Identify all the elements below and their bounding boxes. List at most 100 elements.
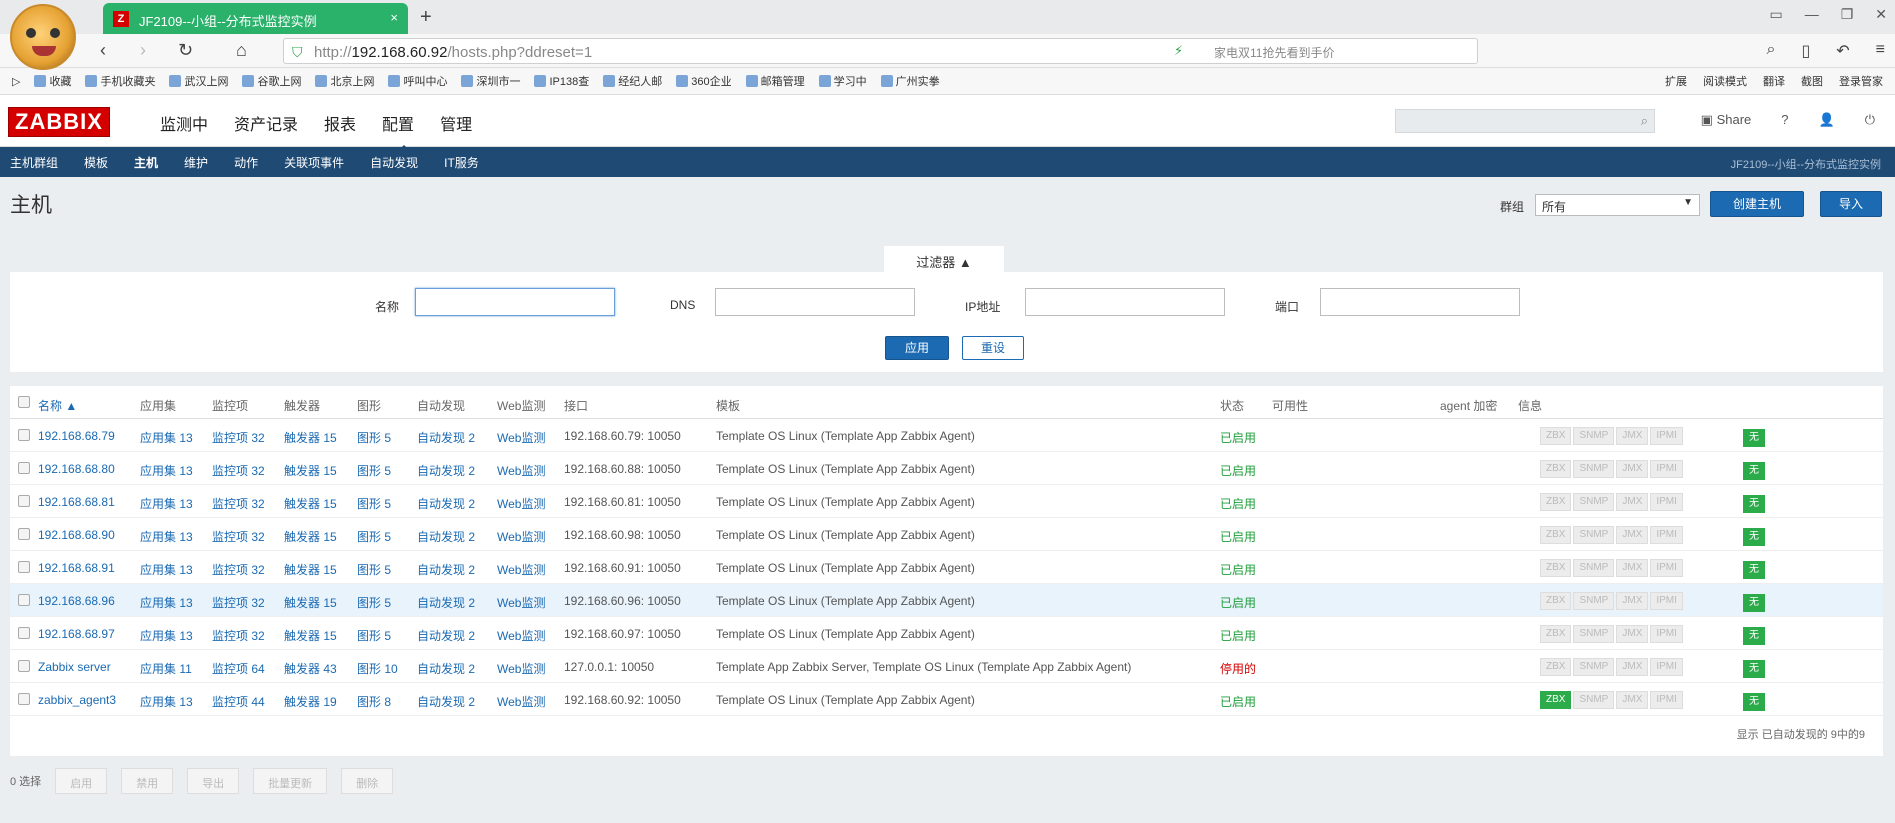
row-checkbox[interactable] (18, 528, 30, 540)
graphs-link[interactable]: 图形 5 (357, 594, 391, 611)
bulk-action-button[interactable]: 启用 (55, 768, 108, 794)
bookmark-item[interactable]: 经纪人邮 (603, 73, 662, 89)
url-input[interactable]: ⛉ http://192.168.60.92/hosts.php?ddreset… (283, 38, 1478, 64)
port-filter-input[interactable] (1320, 288, 1520, 316)
discovery-link[interactable]: 自动发现 2 (417, 495, 475, 512)
triggers-link[interactable]: 触发器 15 (284, 528, 337, 545)
applications-link[interactable]: 应用集 13 (140, 429, 193, 446)
triggers-link[interactable]: 触发器 43 (284, 660, 337, 677)
graphs-link[interactable]: 图形 5 (357, 495, 391, 512)
sub-menu-item[interactable]: 关联项事件 (284, 154, 344, 171)
applications-link[interactable]: 应用集 13 (140, 561, 193, 578)
sub-menu-item[interactable]: 动作 (234, 154, 258, 171)
triggers-link[interactable]: 触发器 15 (284, 594, 337, 611)
accelerate-icon[interactable]: ⚡ (1174, 43, 1183, 59)
bookmark-item[interactable]: 360企业 (676, 73, 732, 89)
sub-menu-item[interactable]: 维护 (184, 154, 208, 171)
row-checkbox[interactable] (18, 495, 30, 507)
search-icon[interactable]: ⌕ (1766, 41, 1775, 61)
main-menu-item[interactable]: 报表 (324, 111, 356, 135)
applications-link[interactable]: 应用集 13 (140, 594, 193, 611)
items-link[interactable]: 监控项 32 (212, 528, 265, 545)
main-menu-item[interactable]: 配置 (382, 111, 414, 153)
url-suggestion[interactable]: 家电双11抢先看到手价 (1214, 44, 1334, 61)
status-link[interactable]: 已启用 (1220, 561, 1256, 578)
host-name-link[interactable]: 192.168.68.97 (38, 627, 115, 641)
row-checkbox[interactable] (18, 429, 30, 441)
web-link[interactable]: Web监测 (497, 693, 545, 710)
sub-menu-item[interactable]: 自动发现 (370, 154, 418, 171)
applications-link[interactable]: 应用集 13 (140, 693, 193, 710)
host-name-link[interactable]: zabbix_agent3 (38, 693, 116, 707)
main-menu-item[interactable]: 监测中 (160, 111, 208, 135)
bookmark-item[interactable]: 武汉上网 (169, 73, 228, 89)
status-link[interactable]: 已启用 (1220, 693, 1256, 710)
bulk-action-button[interactable]: 删除 (341, 768, 394, 794)
applications-link[interactable]: 应用集 13 (140, 627, 193, 644)
host-name-link[interactable]: 192.168.68.91 (38, 561, 115, 575)
applications-link[interactable]: 应用集 11 (140, 660, 192, 677)
status-link[interactable]: 已启用 (1220, 429, 1256, 446)
user-avatar[interactable] (10, 4, 76, 70)
reset-button[interactable]: 重设 (962, 336, 1024, 360)
search-icon[interactable]: ⌕ (1641, 113, 1648, 129)
triggers-link[interactable]: 触发器 15 (284, 462, 337, 479)
bookmark-item[interactable]: 谷歌上网 (242, 73, 301, 89)
items-link[interactable]: 监控项 32 (212, 627, 265, 644)
web-link[interactable]: Web监测 (497, 660, 545, 677)
logout-icon[interactable]: ⏻ (1865, 112, 1875, 128)
items-link[interactable]: 监控项 32 (212, 594, 265, 611)
toolbar-item[interactable]: 阅读模式 (1703, 73, 1747, 89)
sub-menu-item[interactable]: 主机 (134, 154, 158, 171)
triggers-link[interactable]: 触发器 15 (284, 627, 337, 644)
applications-link[interactable]: 应用集 13 (140, 528, 193, 545)
bulk-action-button[interactable]: 禁用 (121, 768, 174, 794)
home-icon[interactable]: ⌂ (236, 40, 247, 61)
discovery-link[interactable]: 自动发现 2 (417, 660, 475, 677)
menu-icon[interactable]: ≡ (1876, 41, 1885, 61)
discovery-link[interactable]: 自动发现 2 (417, 528, 475, 545)
bulk-action-button[interactable]: 批量更新 (253, 768, 328, 794)
web-link[interactable]: Web监测 (497, 528, 545, 545)
applications-link[interactable]: 应用集 13 (140, 462, 193, 479)
discovery-link[interactable]: 自动发现 2 (417, 429, 475, 446)
web-link[interactable]: Web监测 (497, 594, 545, 611)
triggers-link[interactable]: 触发器 19 (284, 693, 337, 710)
row-checkbox[interactable] (18, 693, 30, 705)
graphs-link[interactable]: 图形 5 (357, 627, 391, 644)
name-filter-input[interactable] (415, 288, 615, 316)
bookmark-item[interactable]: 深圳市一 (461, 73, 520, 89)
items-link[interactable]: 监控项 32 (212, 462, 265, 479)
host-name-link[interactable]: 192.168.68.90 (38, 528, 115, 542)
maximize-icon[interactable]: ❐ (1841, 6, 1854, 23)
graphs-link[interactable]: 图形 5 (357, 561, 391, 578)
triggers-link[interactable]: 触发器 15 (284, 561, 337, 578)
filter-tab[interactable]: 过滤器 ▲ (884, 246, 1004, 272)
items-link[interactable]: 监控项 32 (212, 561, 265, 578)
bookmark-item[interactable]: 收藏 (34, 73, 71, 89)
close-tab-icon[interactable]: × (390, 10, 398, 25)
bookmark-item[interactable]: 广州实拳 (880, 73, 940, 89)
minimize-icon[interactable]: — (1805, 6, 1819, 23)
host-name-link[interactable]: 192.168.68.79 (38, 429, 115, 443)
sub-menu-item[interactable]: 主机群组 (10, 154, 58, 171)
reload-icon[interactable]: ↻ (178, 40, 193, 61)
web-link[interactable]: Web监测 (497, 495, 545, 512)
status-link[interactable]: 已启用 (1220, 594, 1256, 611)
host-name-link[interactable]: 192.168.68.80 (38, 462, 115, 476)
items-link[interactable]: 监控项 44 (212, 693, 265, 710)
status-link[interactable]: 停用的 (1220, 660, 1256, 677)
row-checkbox[interactable] (18, 462, 30, 474)
items-link[interactable]: 监控项 32 (212, 429, 265, 446)
web-link[interactable]: Web监测 (497, 462, 545, 479)
discovery-link[interactable]: 自动发现 2 (417, 693, 475, 710)
row-checkbox[interactable] (18, 627, 30, 639)
toolbar-item[interactable]: 登录管家 (1839, 73, 1883, 89)
back-icon[interactable]: ‹ (100, 40, 106, 61)
ip-filter-input[interactable] (1025, 288, 1225, 316)
select-all-checkbox[interactable] (18, 396, 30, 408)
row-checkbox[interactable] (18, 561, 30, 573)
discovery-link[interactable]: 自动发现 2 (417, 627, 475, 644)
toolbar-item[interactable]: 截图 (1801, 73, 1823, 89)
apply-button[interactable]: 应用 (885, 336, 949, 360)
